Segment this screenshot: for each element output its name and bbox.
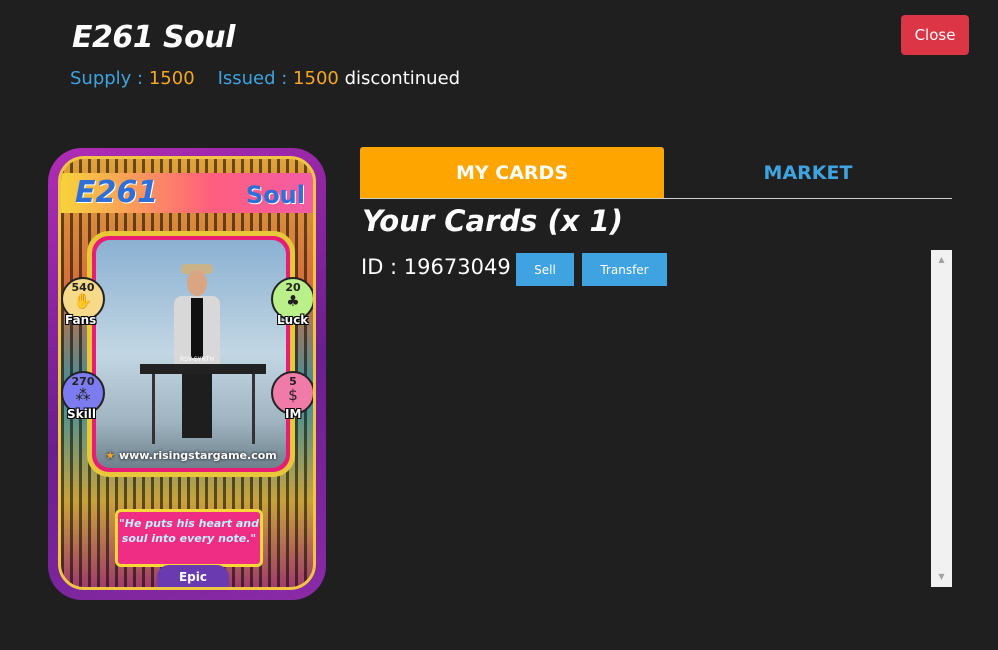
legs-shape [182, 368, 212, 438]
synth-label: RSV-SYNTH [180, 356, 215, 363]
website-text: ★ www.risingstargame.com [96, 449, 286, 462]
close-button[interactable]: Close [901, 15, 969, 55]
issued-value: 1500 [293, 68, 339, 89]
crowd-icon: ✋ [73, 292, 93, 310]
synth-shape [140, 364, 266, 374]
transfer-button[interactable]: Transfer [582, 253, 667, 286]
website-url: www.risingstargame.com [118, 449, 277, 462]
fans-label: Fans [65, 313, 97, 327]
luck-label: Luck [277, 313, 309, 327]
shirt-shape [191, 298, 203, 358]
issued-label: Issued : [217, 68, 294, 89]
card-photo: RSV-SYNTH ★ www.risingstargame.com [96, 240, 286, 468]
card-supply-info: Supply : 1500 Issued : 1500 discontinued [70, 68, 460, 89]
rarity-badge: Epic [157, 565, 229, 587]
supply-value: 1500 [148, 68, 195, 89]
card-image: E261 Soul RSV-SYNTH ★ www.risingstargame… [48, 148, 326, 600]
skill-icon: ⁂ [75, 386, 91, 404]
card-name: Soul [245, 181, 305, 209]
status-text: discontinued [344, 68, 461, 89]
page-title: E261 Soul [72, 20, 235, 55]
star-icon: ★ [105, 449, 116, 462]
card-photo-frame: RSV-SYNTH ★ www.risingstargame.com [87, 231, 295, 477]
skill-label: Skill [67, 407, 96, 421]
card-code: E261 [75, 175, 159, 210]
stand-leg [152, 374, 155, 444]
supply-label: Supply : [70, 68, 149, 89]
clover-icon: ♣ [286, 292, 300, 310]
stand-leg [252, 374, 255, 444]
tab-divider [360, 198, 952, 199]
card-face: E261 Soul RSV-SYNTH ★ www.risingstargame… [58, 156, 316, 590]
cards-scrollbar[interactable]: ▲ ▼ [931, 250, 952, 587]
sell-button[interactable]: Sell [516, 253, 574, 286]
tab-market[interactable]: MARKET [664, 147, 952, 199]
money-icon: $ [288, 386, 298, 404]
scroll-down-icon[interactable]: ▼ [931, 569, 952, 585]
card-quote: "He puts his heart and soul into every n… [115, 509, 263, 567]
card-id: ID : 19673049 [361, 255, 511, 279]
im-label: IM [285, 407, 302, 421]
your-cards-heading: Your Cards (x 1) [362, 204, 623, 238]
head-shape [187, 270, 207, 296]
tab-my-cards[interactable]: MY CARDS [360, 147, 664, 199]
scroll-up-icon[interactable]: ▲ [931, 252, 952, 268]
